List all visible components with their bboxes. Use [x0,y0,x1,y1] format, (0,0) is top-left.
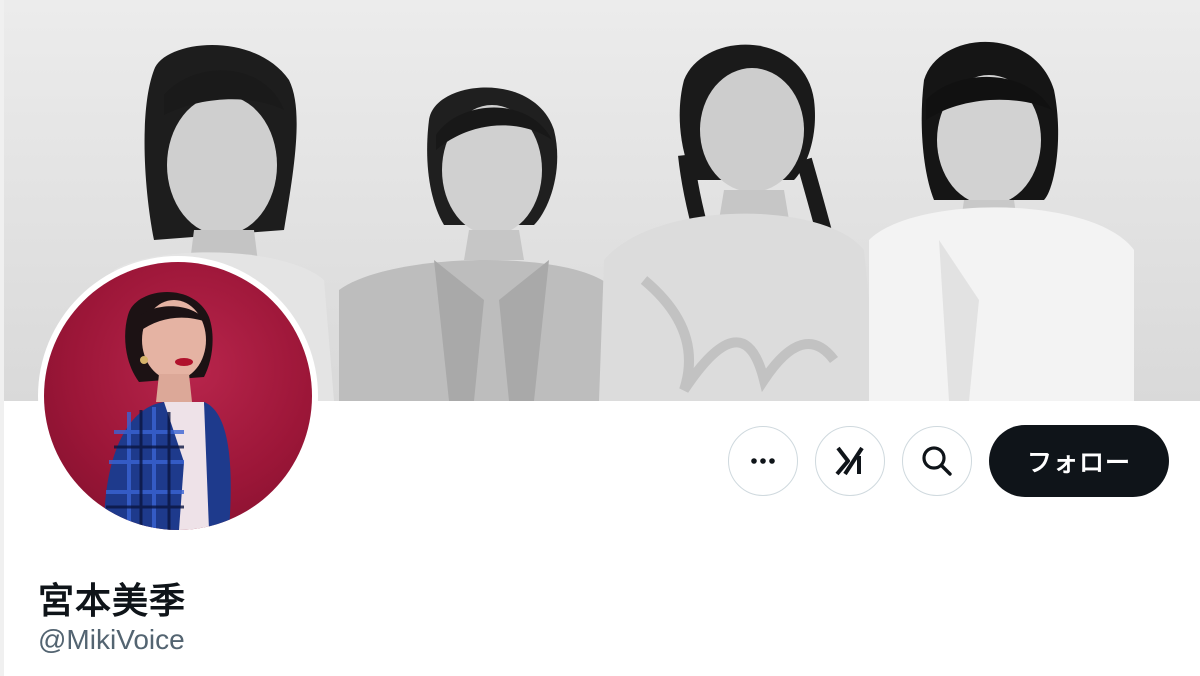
profile-avatar[interactable] [38,256,318,536]
profile-page: フォロー 宮本美季 @MikiVoice [0,0,1200,676]
search-profile-button[interactable] [902,426,972,496]
follow-button[interactable]: フォロー [989,425,1169,497]
grok-icon [835,446,864,476]
search-icon [922,446,952,476]
profile-actions: フォロー [728,425,1169,497]
more-options-button[interactable] [728,426,798,496]
avatar-photo [44,262,312,530]
display-name: 宮本美季 [38,581,187,622]
more-horizontal-icon [751,458,775,464]
grok-button[interactable] [815,426,885,496]
user-handle: @MikiVoice [38,624,185,655]
avatar-portrait [104,292,231,530]
